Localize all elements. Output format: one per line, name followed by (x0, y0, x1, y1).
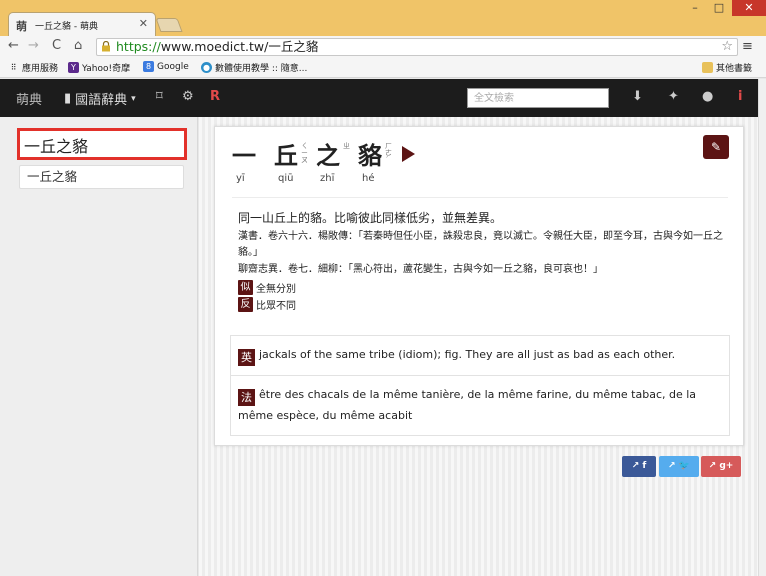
edit-pencil-icon[interactable]: ✎ (703, 135, 729, 159)
entry-card: ✎ 一 yī 丘 ㄑㄧㄡ qiū 之 ㄓ zhī 貉 ㄏㄜˊ hé 同一山丘上的… (214, 126, 744, 446)
divider (232, 197, 728, 198)
antonym-row: 反 比眾不同 (238, 297, 730, 312)
settings-gears-icon[interactable]: ⚙ (182, 89, 194, 104)
search-sidebar: 一丘之貉 (0, 117, 198, 576)
download-icon[interactable]: ⬇ (632, 89, 643, 104)
translations: 英 jackals of the same tribe (idiom); fig.… (230, 335, 730, 436)
site-logo[interactable]: 萌典 (16, 89, 42, 108)
site-navbar: 萌典 ▮ 國語辭典 ▾ ⌑ ⚙ R ⬇ ✦ ● i (0, 79, 758, 117)
window-close-button[interactable]: ✕ (732, 0, 766, 16)
play-audio-icon[interactable] (402, 146, 415, 162)
window-maximize-button[interactable]: □ (708, 0, 730, 16)
window-minimize-button[interactable]: – (684, 0, 706, 16)
bookmark-tutorial[interactable]: ● 數體使用教學 :: 隨意... (201, 61, 307, 74)
example-quote: 聊齋志異．卷七．細柳：「黑心符出，蘆花變生，古與今如一丘之貉，良可哀也！」 (238, 264, 603, 275)
share-facebook-button[interactable]: ↗ f (622, 456, 656, 477)
bookmarks-bar: ⠿ 應用服務 Y Yahoo!奇摩 8 Google ● 數體使用教學 :: 隨意...… (0, 58, 766, 78)
heading-char: 丘 ㄑㄧㄡ qiū (274, 141, 308, 184)
home-icon[interactable]: ⌂ (74, 38, 82, 53)
url-text: https://www.moedict.tw/一丘之貉 (116, 39, 319, 54)
heading-char: 一 yī (232, 141, 256, 184)
globe-icon: ● (201, 62, 212, 73)
heading-char: 之 ㄓ zhī (316, 141, 350, 184)
info-icon[interactable]: i (738, 89, 742, 104)
browser-titlebar: 萌 一丘之貉 - 萌典 ✕ – □ ✕ (0, 0, 766, 36)
reload-icon[interactable]: C (52, 38, 61, 53)
definition-text: 同一山丘上的貉。比喻彼此同樣低劣，並無差異。 (238, 211, 503, 225)
tab-close-icon[interactable]: ✕ (139, 17, 148, 30)
apps-icon: ⠿ (10, 63, 17, 72)
folder-icon: ▆ (702, 62, 713, 73)
google-icon: 8 (143, 61, 154, 72)
bookmark-yahoo[interactable]: Y Yahoo!奇摩 (68, 61, 130, 74)
bookmark-google[interactable]: 8 Google (143, 61, 189, 72)
yahoo-icon: Y (68, 62, 79, 73)
browser-toolbar: ← → C ⌂ https://www.moedict.tw/一丘之貉 ☆ ≡ (0, 36, 766, 58)
query-input[interactable] (24, 135, 178, 154)
query-box[interactable] (17, 128, 187, 160)
share-googleplus-button[interactable]: ↗ g+ (701, 456, 741, 477)
bookmark-apps[interactable]: ⠿ 應用服務 (8, 61, 58, 74)
bookmark-star-icon[interactable]: ☆ (721, 39, 733, 54)
main-content: ✎ 一 yī 丘 ㄑㄧㄡ qiū 之 ㄓ zhī 貉 ㄏㄜˊ hé 同一山丘上的… (199, 117, 758, 576)
heading-char: 貉 ㄏㄜˊ hé (358, 141, 392, 184)
autocomplete-result[interactable]: 一丘之貉 (19, 165, 184, 189)
translation-english: 英 jackals of the same tribe (idiom); fig.… (231, 336, 729, 375)
browser-menu-icon[interactable]: ≡ (742, 39, 753, 54)
entry-heading: 一 yī 丘 ㄑㄧㄡ qiū 之 ㄓ zhī 貉 ㄏㄜˊ hé (232, 141, 415, 184)
antonym-text: 比眾不同 (256, 301, 296, 312)
tab-title: 一丘之貉 - 萌典 (35, 22, 98, 32)
new-tab-button[interactable] (155, 18, 183, 32)
translation-french: 法 être des chacals de la même tanière, de… (231, 375, 729, 435)
page-scrollbar[interactable] (758, 79, 766, 576)
apple-icon[interactable]: ● (702, 89, 713, 104)
radical-index-icon[interactable]: R (210, 89, 220, 104)
dictionary-dropdown[interactable]: ▮ 國語辭典 ▾ (64, 89, 136, 108)
android-icon[interactable]: ✦ (668, 89, 679, 104)
back-arrow-icon[interactable]: ← (8, 38, 19, 53)
antonym-badge: 反 (238, 297, 253, 312)
bookmark-other[interactable]: ▆ 其他書籤 (702, 61, 752, 74)
bookmark-icon[interactable]: ⌑ (156, 89, 163, 104)
browser-tab[interactable]: 萌 一丘之貉 - 萌典 ✕ (8, 12, 156, 36)
example-quote: 漢書．卷六十六．楊敞傳：「若秦時但任小臣，誅殺忠良，竟以滅亡。令親任大臣，即至今… (238, 231, 723, 258)
caret-down-icon: ▾ (131, 93, 136, 104)
synonym-row: 似 全無分別 (238, 280, 730, 295)
synonym-badge: 似 (238, 280, 253, 295)
address-bar[interactable]: https://www.moedict.tw/一丘之貉 ☆ (96, 38, 738, 56)
forward-arrow-icon[interactable]: → (28, 38, 39, 53)
fulltext-search-input[interactable] (467, 88, 609, 108)
synonym-text: 全無分別 (256, 284, 296, 295)
french-badge: 法 (238, 389, 255, 406)
lock-icon (102, 41, 110, 52)
english-badge: 英 (238, 349, 255, 366)
tab-favicon-icon: 萌 (16, 20, 27, 33)
definition-block: 同一山丘上的貉。比喻彼此同樣低劣，並無差異。 漢書．卷六十六．楊敞傳：「若秦時但… (238, 208, 730, 312)
share-twitter-button[interactable]: ↗ 🐦 (659, 456, 699, 477)
book-icon: ▮ (64, 91, 72, 106)
